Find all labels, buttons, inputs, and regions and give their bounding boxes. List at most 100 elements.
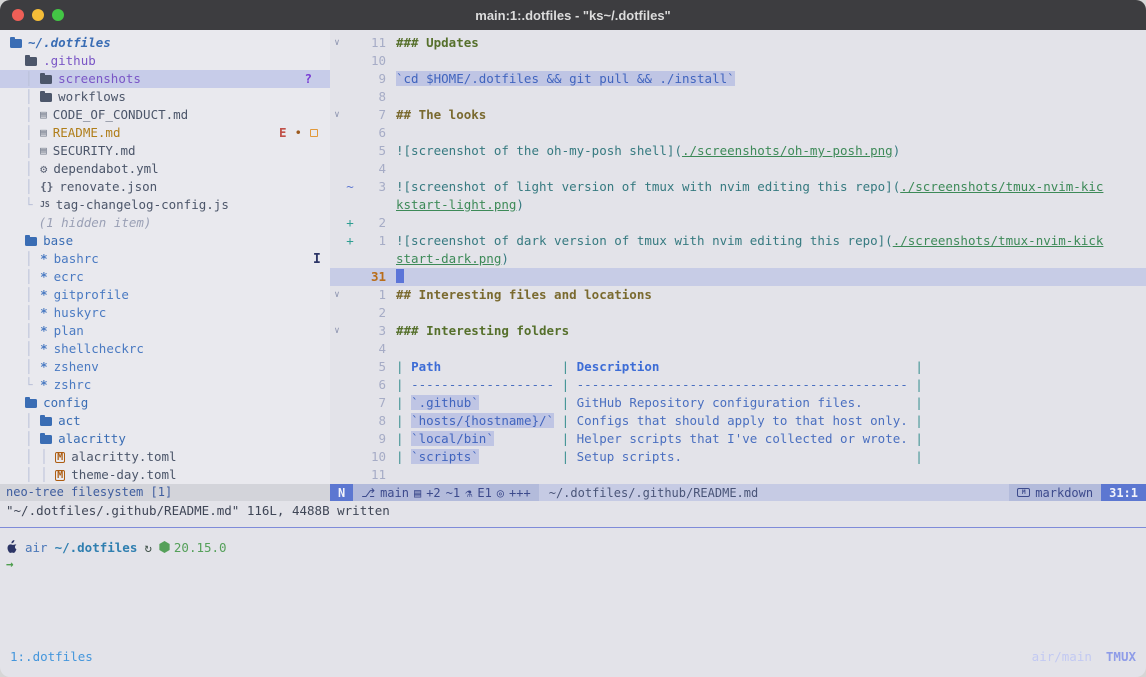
sign-column <box>344 196 356 214</box>
editor-line-4[interactable]: 4 <box>330 160 1146 178</box>
syntax-cell <box>494 431 554 446</box>
editor-line-5[interactable]: 5![screenshot of the oh-my-posh shell](.… <box>330 142 1146 160</box>
tree-item-base[interactable]: base <box>0 232 330 250</box>
zoom-button[interactable] <box>52 9 64 21</box>
tree-item-label: ~/.dotfiles <box>28 34 111 52</box>
line-text: ### Updates <box>396 34 1146 52</box>
tree-item-readme.md[interactable]: │ ▤README.mdE• <box>0 124 330 142</box>
editor-line-8[interactable]: 8 <box>330 88 1146 106</box>
editor-line-9[interactable]: 9`cd $HOME/.dotfiles && git pull && ./in… <box>330 70 1146 88</box>
line-number: 11 <box>356 34 386 52</box>
syntax-pipe: | <box>554 359 577 374</box>
syntax-cell: Helper scripts that I've collected or wr… <box>577 431 908 446</box>
tree-item-gitprofile[interactable]: │ *gitprofile <box>0 286 330 304</box>
tree-item-.github[interactable]: .github <box>0 52 330 70</box>
tree-item-alacritty[interactable]: │ alacritty <box>0 430 330 448</box>
tree-guide: │ <box>10 124 40 142</box>
fold-column <box>330 196 344 214</box>
sign-column <box>344 250 356 268</box>
editor-line-7[interactable]: 7| `.github` | GitHub Repository configu… <box>330 394 1146 412</box>
syntax-h3: ### Interesting folders <box>396 323 569 338</box>
editor-line-1[interactable]: +1![screenshot of dark version of tmux w… <box>330 232 1146 250</box>
markdown-file-icon: ▤ <box>40 106 47 124</box>
editor-line-3[interactable]: ∨3### Interesting folders <box>330 322 1146 340</box>
editor-line-5[interactable]: 5| Path | Description | <box>330 358 1146 376</box>
tmux-window-tab[interactable]: 1:.dotfiles <box>10 649 93 664</box>
tree-item-workflows[interactable]: │ workflows <box>0 88 330 106</box>
syntax-pipe: | <box>908 359 923 374</box>
tree-item-zshrc[interactable]: └ *zshrc <box>0 376 330 394</box>
line-number: 2 <box>356 214 386 232</box>
tree-item-label: tag-changelog-config.js <box>56 196 229 214</box>
editor-line-wrap[interactable]: start-dark.png) <box>330 250 1146 268</box>
tree-item-dependabot.yml[interactable]: │ ⚙dependabot.yml <box>0 160 330 178</box>
tree-item-label: bashrc <box>54 250 99 268</box>
editor-line-2[interactable]: 2 <box>330 304 1146 322</box>
tree-item-zshenv[interactable]: │ *zshenv <box>0 358 330 376</box>
error-mark: E <box>279 124 287 142</box>
editor-line-10[interactable]: 10| `scripts` | Setup scripts. | <box>330 448 1146 466</box>
tree-guide: │ │ <box>10 466 55 484</box>
fold-arrow-icon[interactable]: ∨ <box>330 106 344 124</box>
editor-line-8[interactable]: 8| `hosts/{hostname}/` | Configs that sh… <box>330 412 1146 430</box>
syntax-pipe: | <box>554 395 577 410</box>
line-number: 4 <box>356 160 386 178</box>
tree-item-tag-changelog-config.js[interactable]: └ JStag-changelog-config.js <box>0 196 330 214</box>
sign-column <box>344 268 356 286</box>
syntax-code: `scripts` <box>411 449 479 464</box>
editor-pane[interactable]: ∨ 11 ### Updates109`cd $HOME/.dotfiles && … <box>330 30 1146 484</box>
editor-line-4[interactable]: 4 <box>330 340 1146 358</box>
syntax-cell <box>479 449 554 464</box>
tree-item-security.md[interactable]: │ ▤SECURITY.md <box>0 142 330 160</box>
editor-line-6[interactable]: 6| ------------------- | ---------------… <box>330 376 1146 394</box>
gutter-pad <box>386 232 396 250</box>
line-text: | `.github` | GitHub Repository configur… <box>396 394 1146 412</box>
tree-item-theme-day.toml[interactable]: │ │ Mtheme-day.toml <box>0 466 330 484</box>
tree-item-renovate.json[interactable]: │ {}renovate.json <box>0 178 330 196</box>
gutter-pad <box>386 322 396 340</box>
sign-column <box>344 376 356 394</box>
tree-item-label: screenshots <box>58 70 141 88</box>
editor-line-7[interactable]: ∨7## The looks <box>330 106 1146 124</box>
file-path-segment: ~/.dotfiles/.github/README.md <box>539 484 1010 501</box>
syntax-link: ./screenshots/tmux-nvim-kick <box>893 233 1104 248</box>
tree-item-code-of-conduct.md[interactable]: │ ▤CODE_OF_CONDUCT.md <box>0 106 330 124</box>
tree-item-shellcheckrc[interactable]: │ *shellcheckrc <box>0 340 330 358</box>
tree-item-plan[interactable]: │ *plan <box>0 322 330 340</box>
editor-line-11[interactable]: 11 <box>330 466 1146 484</box>
tree-item--1-hidden-item-[interactable]: (1 hidden item) <box>0 214 330 232</box>
fold-arrow-icon[interactable]: ∨ <box>330 286 344 304</box>
editor-line-9[interactable]: 9| `local/bin` | Helper scripts that I'v… <box>330 430 1146 448</box>
syntax-pipe: | <box>554 431 577 446</box>
editor-line-11[interactable]: ∨ 11 ### Updates <box>330 34 1146 52</box>
tree-item-huskyrc[interactable]: │ *huskyrc <box>0 304 330 322</box>
close-button[interactable] <box>12 9 24 21</box>
tree-item-screenshots[interactable]: │ screenshots? <box>0 70 330 88</box>
editor-line-wrap[interactable]: kstart-light.png) <box>330 196 1146 214</box>
tree-item--.dotfiles[interactable]: ~/.dotfiles <box>0 34 330 52</box>
tree-item-alacritty.toml[interactable]: │ │ Malacritty.toml <box>0 448 330 466</box>
line-number: 8 <box>356 412 386 430</box>
tree-item-act[interactable]: │ act <box>0 412 330 430</box>
editor-line-2[interactable]: +2 <box>330 214 1146 232</box>
gutter-pad <box>386 34 396 52</box>
shell-prompt[interactable]: air ~/.dotfiles ↻ 20.15.0 <box>6 538 227 556</box>
gutter-pad <box>386 142 396 160</box>
fold-arrow-icon[interactable]: ∨ <box>330 322 344 340</box>
editor-line-6[interactable]: 6 <box>330 124 1146 142</box>
markdown-file-icon: ▤ <box>40 142 47 160</box>
gutter-pad <box>386 412 396 430</box>
tmux-pane-border[interactable] <box>0 527 1146 528</box>
editor-line-3[interactable]: ~3![screenshot of light version of tmux … <box>330 178 1146 196</box>
title-bar[interactable]: main:1:.dotfiles - "ks~/.dotfiles" <box>0 0 1146 30</box>
tree-item-config[interactable]: config <box>0 394 330 412</box>
editor-line-10[interactable]: 10 <box>330 52 1146 70</box>
tree-item-label: renovate.json <box>59 178 157 196</box>
fold-arrow-icon[interactable]: ∨ <box>330 34 344 52</box>
editor-line-1[interactable]: ∨1## Interesting files and locations <box>330 286 1146 304</box>
tree-item-ecrc[interactable]: │ *ecrc <box>0 268 330 286</box>
sign-column <box>344 124 356 142</box>
tree-item-bashrc[interactable]: │ *bashrc <box>0 250 330 268</box>
minimize-button[interactable] <box>32 9 44 21</box>
editor-line-31[interactable]: 31 <box>330 268 1146 286</box>
